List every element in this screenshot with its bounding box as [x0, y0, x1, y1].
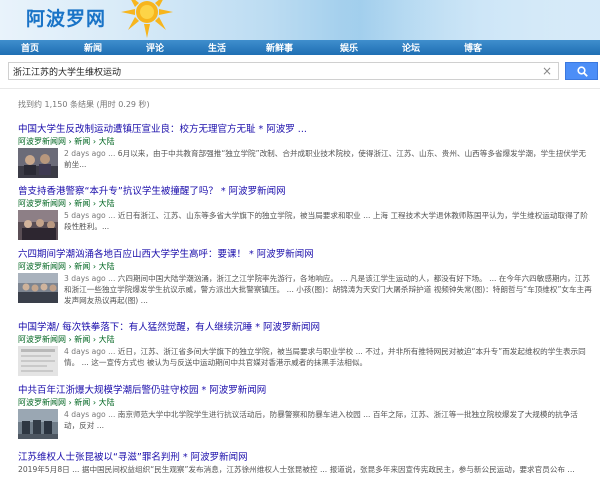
- result-snippet: 2 days ago ... 6月以来，由于中共教育部强推“独立学院”改制、合并…: [64, 148, 592, 178]
- banner-gradient: [340, 0, 600, 40]
- result-body: 4 days ago ... 南京师范大学中北学院学生进行抗议活动后，防暴警察和…: [18, 409, 593, 439]
- result-snippet: 4 days ago ... 南京师范大学中北学院学生进行抗议活动后，防暴警察和…: [64, 409, 592, 439]
- site-logo[interactable]: 阿波罗网: [26, 4, 106, 31]
- result-snippet: 3 days ago ... 六四期间中国大陆学潮汹涌，浙江之江学院率先游行，各…: [64, 273, 592, 306]
- site-banner: 阿波罗网: [0, 0, 600, 40]
- result-title[interactable]: 中共百年江浙爆大规模学潮后警仍驻守校园 * 阿波罗新闻网: [18, 385, 593, 397]
- result-title[interactable]: 江苏维权人士张昆被以“寻滋”罪名判刑 * 阿波罗新闻网: [18, 452, 593, 464]
- result-title[interactable]: 六四期间学潮汹涌各地百应山西大学学生高呼：要课！ * 阿波罗新闻网: [18, 249, 593, 261]
- sun-icon: [121, 0, 173, 38]
- result-url[interactable]: 阿波罗新闻网 › 新闻 › 大陆: [18, 198, 593, 209]
- result-body: 3 days ago ... 六四期间中国大陆学潮汹涌，浙江之江学院率先游行，各…: [18, 273, 593, 306]
- result-text: 六四期间中国大陆学潮汹涌，浙江之江学院率先游行，各地响应。 ... 凡是该江学生…: [64, 274, 592, 305]
- result-date: 2 days ago ...: [64, 149, 116, 158]
- nav-item-home[interactable]: 首页: [21, 41, 39, 54]
- result-body: 2 days ago ... 6月以来，由于中共教育部强推“独立学院”改制、合并…: [18, 148, 593, 178]
- result-text: 据中国民间权益组织“民生观察”发布消息，江苏徐州维权人士张昆被控 ... 报道说…: [79, 465, 575, 474]
- result-date: 5 days ago ...: [64, 211, 116, 220]
- result-stats: 找到约 1,150 条结果 (用时 0.29 秒): [18, 100, 150, 109]
- result-date: 2019年5月8日 ...: [18, 465, 80, 474]
- result-body: 5 days ago ... 近日有浙江、江苏、山东等多省大学旗下的独立学院，被…: [18, 210, 593, 240]
- nav-item-novelty[interactable]: 新鲜事: [266, 41, 293, 54]
- search-box: ×: [8, 62, 559, 80]
- main-nav: 首页 新闻 评论 生活 新鲜事 娱乐 论坛 博客: [0, 40, 600, 55]
- nav-item-entertainment[interactable]: 娱乐: [340, 41, 358, 54]
- search-result: 六四期间学潮汹涌各地百应山西大学学生高呼：要课！ * 阿波罗新闻网 阿波罗新闻网…: [18, 249, 593, 306]
- result-snippet: 2019年5月8日 ... 据中国民间权益组织“民生观察”发布消息，江苏徐州维权…: [18, 464, 593, 475]
- result-url[interactable]: 阿波罗新闻网 › 新闻 › 大陆: [18, 136, 593, 147]
- result-text: 近日有浙江、江苏、山东等多省大学旗下的独立学院，被当局要求和职业 ... 上海 …: [64, 211, 588, 231]
- result-thumbnail[interactable]: [18, 148, 58, 178]
- search-button[interactable]: [565, 62, 598, 80]
- search-icon: [577, 66, 588, 77]
- clear-icon[interactable]: ×: [542, 64, 552, 78]
- result-thumbnail[interactable]: [18, 346, 58, 376]
- search-result: 中国大学生反改制运动遭镇压宣业良：校方无理官方无耻 * 阿波罗 ... 阿波罗新…: [18, 124, 593, 178]
- result-url[interactable]: 阿波罗新闻网 › 新闻 › 大陆: [18, 397, 593, 408]
- result-url[interactable]: 阿波罗新闻网 › 新闻 › 大陆: [18, 334, 593, 345]
- divider: [0, 88, 600, 89]
- result-thumbnail[interactable]: [18, 409, 58, 439]
- nav-item-news[interactable]: 新闻: [84, 41, 102, 54]
- result-text: 6月以来，由于中共教育部强推“独立学院”改制、合并成职业技术院校，使得浙江、江苏…: [64, 149, 587, 169]
- result-title[interactable]: 中国大学生反改制运动遭镇压宣业良：校方无理官方无耻 * 阿波罗 ...: [18, 124, 593, 136]
- result-date: 4 days ago ...: [64, 347, 116, 356]
- search-result: 中共百年江浙爆大规模学潮后警仍驻守校园 * 阿波罗新闻网 阿波罗新闻网 › 新闻…: [18, 385, 593, 439]
- result-text: 南京师范大学中北学院学生进行抗议活动后，防暴警察和防暴车进入校园 ... 百年之…: [64, 410, 578, 430]
- result-url[interactable]: 阿波罗新闻网 › 新闻 › 大陆: [18, 261, 593, 272]
- nav-item-blog[interactable]: 博客: [464, 41, 482, 54]
- result-title[interactable]: 曾支持香港警察“本升专”抗议学生被撞醒了吗？ * 阿波罗新闻网: [18, 186, 593, 198]
- search-result: 中国学潮/ 每次铁拳落下：有人猛然觉醒，有人继续沉睡 * 阿波罗新闻网 阿波罗新…: [18, 322, 593, 376]
- nav-item-forum[interactable]: 论坛: [402, 41, 420, 54]
- result-date: 4 days ago ...: [64, 410, 116, 419]
- search-result: 曾支持香港警察“本升专”抗议学生被撞醒了吗？ * 阿波罗新闻网 阿波罗新闻网 ›…: [18, 186, 593, 240]
- search-input[interactable]: [13, 65, 533, 78]
- result-date: 3 days ago ...: [64, 274, 116, 283]
- result-thumbnail[interactable]: [18, 210, 58, 240]
- result-snippet: 4 days ago ... 近日，江苏、浙江省多间大学旗下的独立学院，被当局要…: [64, 346, 592, 376]
- result-text: 近日，江苏、浙江省多间大学旗下的独立学院，被当局要求与职业学校 ... 不过，并…: [64, 347, 586, 367]
- result-thumbnail[interactable]: [18, 273, 58, 303]
- search-result: 江苏维权人士张昆被以“寻滋”罪名判刑 * 阿波罗新闻网 2019年5月8日 ..…: [18, 452, 593, 475]
- search-bar: ×: [0, 60, 600, 84]
- result-title[interactable]: 中国学潮/ 每次铁拳落下：有人猛然觉醒，有人继续沉睡 * 阿波罗新闻网: [18, 322, 593, 334]
- nav-item-life[interactable]: 生活: [208, 41, 226, 54]
- nav-item-opinion[interactable]: 评论: [146, 41, 164, 54]
- result-body: 4 days ago ... 近日，江苏、浙江省多间大学旗下的独立学院，被当局要…: [18, 346, 593, 376]
- result-snippet: 5 days ago ... 近日有浙江、江苏、山东等多省大学旗下的独立学院，被…: [64, 210, 592, 240]
